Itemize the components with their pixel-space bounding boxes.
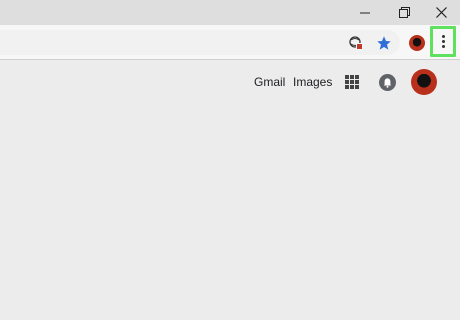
apps-grid-icon[interactable]	[345, 75, 359, 89]
browser-toolbar	[0, 25, 460, 60]
minimize-button[interactable]	[346, 0, 384, 25]
profile-button[interactable]	[406, 32, 428, 54]
bookmark-star-button[interactable]	[373, 32, 395, 54]
window-titlebar	[0, 0, 460, 25]
close-button[interactable]	[422, 0, 460, 25]
site-settings-button[interactable]	[345, 32, 367, 54]
minimize-icon	[360, 12, 370, 13]
notifications-button[interactable]	[379, 74, 396, 91]
address-bar[interactable]	[0, 30, 400, 55]
restore-icon	[398, 7, 410, 18]
star-icon	[377, 36, 391, 50]
profile-avatar-icon	[409, 35, 425, 51]
close-icon	[435, 7, 447, 18]
images-link[interactable]: Images	[293, 75, 332, 89]
chrome-menu-button[interactable]	[430, 26, 456, 57]
notifications-icon	[383, 77, 392, 88]
google-top-bar: Gmail Images	[0, 66, 460, 98]
site-settings-icon	[349, 36, 363, 50]
restore-button[interactable]	[385, 0, 423, 25]
menu-kebab-icon	[441, 35, 445, 48]
gmail-link[interactable]: Gmail	[254, 75, 285, 89]
account-avatar[interactable]	[411, 69, 437, 95]
